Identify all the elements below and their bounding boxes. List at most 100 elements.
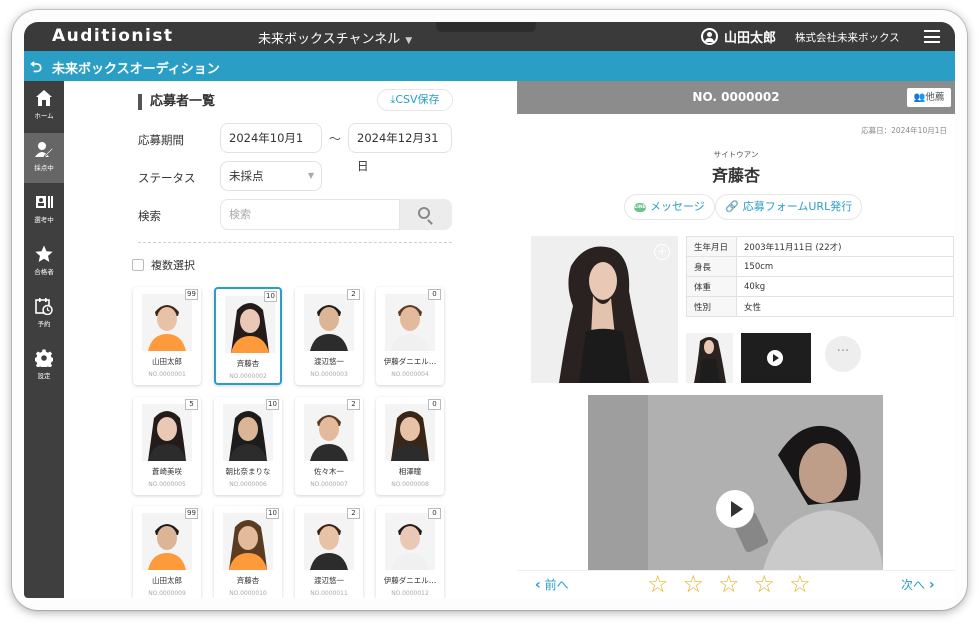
video-thumbnail[interactable]	[741, 333, 811, 383]
applicant-card[interactable]: 0 伊藤ダニエル… NO.0000004	[376, 287, 444, 385]
nav-label: 予約	[37, 320, 51, 328]
zoom-in-icon[interactable]: +	[654, 244, 670, 260]
video-frame-image	[588, 395, 883, 570]
applicant-photo	[223, 513, 273, 570]
next-button[interactable]: 次へ ›	[901, 576, 935, 593]
message-button[interactable]: LINE メッセージ	[624, 194, 715, 220]
applicant-card[interactable]: 99 山田太郎 NO.0000001	[133, 287, 201, 385]
search-input[interactable]: 検索	[220, 199, 400, 230]
applicant-name: 渡辺悠一	[314, 576, 344, 585]
user-icon	[701, 28, 718, 45]
profile-key: 体重	[686, 276, 737, 297]
applicant-card[interactable]: 10 斉藤杏 NO.0000002	[214, 287, 282, 385]
rating-star-5[interactable]: ☆	[789, 572, 811, 596]
audition-title: 未来ボックスオーディション	[52, 62, 220, 77]
profile-row: 生年月日 2003年11月11日 (22才)	[686, 236, 954, 257]
audition-bar: ⮌ 未来ボックスオーディション	[24, 51, 955, 81]
applicant-card[interactable]: 0 伊藤ダニエル… NO.0000012	[376, 506, 444, 598]
applicant-number: NO.0000005	[148, 481, 186, 488]
applicant-card[interactable]: 10 朝比奈まりな NO.0000006	[214, 397, 282, 495]
applicant-card[interactable]: 99 山田太郎 NO.0000009	[133, 506, 201, 598]
applicant-list-panel: 応募者一覧 ⤓CSV保存 応募期間 2024年10月1日 〜 2024年12月3…	[64, 81, 517, 598]
date-from-field[interactable]: 2024年10月1日	[220, 123, 322, 173]
applicant-name: 斉藤杏	[711, 166, 760, 185]
applicant-name: 相澤瞳	[398, 467, 422, 476]
search-icon	[418, 207, 430, 219]
gear-icon	[35, 349, 53, 367]
applicant-name: 山田太郎	[152, 357, 182, 366]
play-icon	[767, 350, 783, 366]
applicant-card[interactable]: 2 佐々木一 NO.0000007	[295, 397, 363, 495]
back-icon[interactable]: ⮌	[30, 57, 42, 82]
applicant-card[interactable]: 5 蒼崎美咲 NO.0000005	[133, 397, 201, 495]
play-icon[interactable]	[716, 490, 754, 528]
rating-star-2[interactable]: ☆	[683, 572, 705, 596]
count-badge: 2	[347, 508, 360, 519]
status-select[interactable]: 未採点 ▼	[220, 161, 322, 191]
applicant-card[interactable]: 2 渡辺悠一 NO.0000011	[295, 506, 363, 598]
applicant-number: NO.0000001	[148, 371, 186, 378]
channel-name: 未来ボックスチャンネル	[258, 32, 401, 47]
calendar-icon	[35, 298, 53, 315]
profile-key: 性別	[686, 296, 737, 317]
applicant-card[interactable]: 2 渡辺悠一 NO.0000003	[295, 287, 363, 385]
multi-select-toggle[interactable]: 複数選択	[132, 257, 195, 273]
search-button[interactable]	[400, 199, 452, 230]
detail-footer: ‹ 前へ ☆ ☆ ☆ ☆ ☆ 次へ ›	[517, 570, 955, 598]
form-url-button[interactable]: 🔗 応募フォームURL発行	[715, 194, 863, 220]
star-icon	[35, 245, 53, 262]
other-recommend-button[interactable]: 👥他薦	[907, 88, 951, 107]
user-menu[interactable]: 山田太郎	[701, 27, 776, 46]
count-badge: 0	[428, 289, 441, 300]
nav-item-scoring[interactable]: 採点中	[24, 133, 64, 183]
csv-save-button[interactable]: ⤓CSV保存	[377, 89, 453, 111]
rating-star-4[interactable]: ☆	[754, 572, 776, 596]
date-to-field[interactable]: 2024年12月31日	[348, 123, 452, 173]
applicant-photo	[223, 404, 273, 461]
prev-button[interactable]: ‹ 前へ	[535, 576, 569, 593]
profile-row: 身長 150cm	[686, 256, 954, 277]
message-label: メッセージ	[650, 200, 705, 213]
profile-photo[interactable]: +	[531, 236, 678, 383]
nav-item-selection[interactable]: 選考中	[24, 185, 64, 235]
applicant-name: 蒼崎美咲	[152, 467, 182, 476]
count-badge: 0	[428, 399, 441, 410]
chevron-left-icon: ‹	[535, 577, 541, 593]
prev-label: 前へ	[544, 578, 569, 592]
applicant-name: 斉藤杏	[236, 576, 260, 585]
more-media-button[interactable]: ···	[825, 336, 861, 372]
search-label: 検索	[138, 209, 161, 223]
nav-item-passed[interactable]: 合格者	[24, 237, 64, 287]
scoring-icon	[35, 142, 53, 158]
nav-label: 採点中	[34, 164, 54, 172]
next-label: 次へ	[901, 578, 926, 592]
applicant-photo	[385, 404, 435, 461]
chevron-right-icon: ›	[928, 577, 935, 593]
multi-select-checkbox[interactable]	[132, 259, 144, 271]
rating-star-1[interactable]: ☆	[647, 572, 669, 596]
applicant-card[interactable]: 0 相澤瞳 NO.0000008	[376, 397, 444, 495]
nav-item-settings[interactable]: 設定	[24, 341, 64, 391]
nav-label: ホーム	[34, 112, 54, 120]
profile-row: 性別 女性	[686, 296, 954, 317]
video-player[interactable]	[588, 395, 883, 570]
channel-selector[interactable]: 未来ボックスチャンネル ▼	[258, 28, 412, 47]
people-icon: 👥	[913, 92, 926, 103]
count-badge: 99	[185, 289, 198, 300]
csv-label: CSV保存	[395, 93, 440, 106]
nav-item-reservation[interactable]: 予約	[24, 289, 64, 339]
photo-thumbnail[interactable]	[686, 333, 733, 383]
side-nav: ホーム 採点中 選考中 合格者 予約 設定	[24, 81, 64, 598]
app-screen: Auditionist 未来ボックスチャンネル ▼ 山田太郎 株式会社未来ボックス…	[24, 22, 955, 598]
period-label: 応募期間	[138, 133, 184, 147]
nav-item-home[interactable]: ホーム	[24, 81, 64, 131]
detail-header: NO. 0000002 👥他薦	[517, 81, 955, 114]
hamburger-menu-icon[interactable]	[924, 30, 940, 43]
profile-value: 150cm	[736, 256, 954, 277]
applicant-photo	[142, 513, 192, 570]
chevron-down-icon: ▼	[405, 36, 413, 46]
applicant-card[interactable]: 10 斉藤杏 NO.0000010	[214, 506, 282, 598]
link-icon: 🔗	[725, 200, 739, 213]
rating-star-3[interactable]: ☆	[718, 572, 740, 596]
rating-stars: ☆ ☆ ☆ ☆ ☆	[647, 572, 811, 596]
